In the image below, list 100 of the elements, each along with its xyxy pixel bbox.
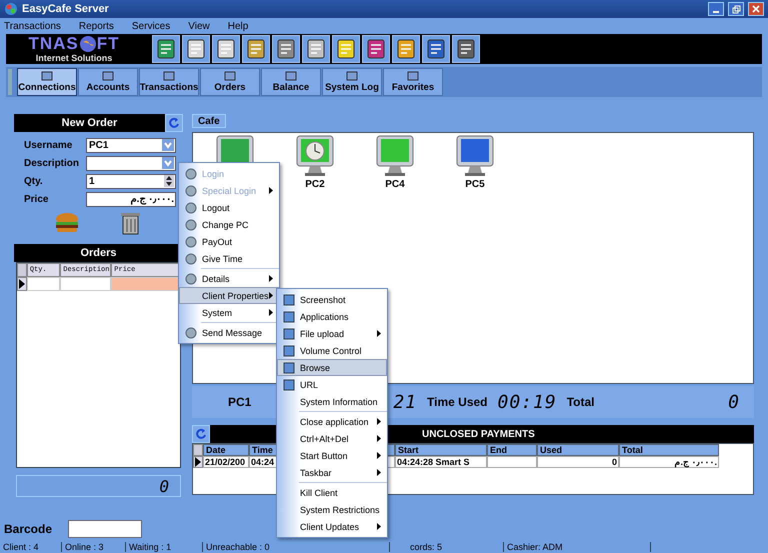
toolbar-button[interactable] [422,35,450,63]
input-field[interactable]: 1 [86,174,176,188]
refresh-button[interactable] [192,425,210,443]
total-label: Total [566,395,594,409]
tab[interactable]: System Log [322,68,382,96]
restore-button[interactable] [728,2,744,16]
menu-item[interactable]: System [179,304,279,321]
toolbar-button[interactable] [242,35,270,63]
window-title: EasyCafe Server [22,3,109,15]
menu-item[interactable]: Details [179,270,279,287]
table-cell: 21/02/200 [203,456,249,468]
input-field[interactable]: ٠٫٠٠٠ ج.م. [86,192,176,206]
menu-item[interactable]: Screenshot [277,291,387,308]
menu-item[interactable]: URL [277,376,387,393]
menu-item[interactable]: Transactions [4,20,61,32]
menu-item[interactable]: Applications [277,308,387,325]
menu-item[interactable]: Client Updates [277,518,387,535]
menu-item[interactable]: File upload [277,325,387,342]
menu-item[interactable]: Kill Client [277,484,387,501]
field-label: Price [24,194,50,204]
menu-item[interactable]: PayOut [179,233,279,250]
tab-icon [346,71,358,82]
input-field[interactable] [86,156,176,170]
toolbar-button[interactable] [182,35,210,63]
refresh-icon [168,117,180,129]
tab[interactable]: Orders [200,68,260,96]
menu-item[interactable]: Logout [179,199,279,216]
field-label: Qty. [24,176,44,186]
app-icon [4,2,18,16]
column-header: End [487,444,537,456]
status-text: Online : 3 [62,542,126,552]
menu-item[interactable]: Services [132,20,170,32]
column-header: Date [203,444,249,456]
barcode-field[interactable] [68,520,142,538]
dropdown-arrow-icon [162,157,174,169]
tab-icon [102,71,114,82]
menu-item[interactable]: Help [228,20,248,32]
computer-label: PC4 [385,179,405,190]
computer-name: PC1 [228,395,252,409]
toolbar-button[interactable] [152,35,180,63]
tab-icon [41,71,53,82]
status-text: Waiting : 1 [126,542,203,552]
tab[interactable]: Favorites [383,68,443,96]
column-header: Total [619,444,719,456]
column-header: Start [395,444,487,456]
input-field[interactable]: PC1 [86,138,176,152]
table-cell [60,277,112,291]
status-text: cords: 5 [390,542,504,552]
logo-text: FT [96,35,120,53]
tab[interactable]: Balance [261,68,321,96]
menu-item[interactable]: Volume Control [277,342,387,359]
panel-title: Orders [79,247,118,259]
computer-label: PC5 [465,179,485,190]
table-cell [487,456,537,468]
toolbar-button[interactable] [212,35,240,63]
monitor-icon[interactable] [455,135,495,177]
panel-title: New Order [60,117,118,129]
tab-icon [407,71,419,82]
tab[interactable]: Accounts [78,68,138,96]
tab[interactable]: Transactions [139,68,199,96]
spinner-icon [164,175,174,187]
menu-item[interactable]: Give Time [179,250,279,267]
tab[interactable]: Connections [17,68,77,96]
refresh-button[interactable] [165,114,183,132]
menu-item[interactable]: Close application [277,413,387,430]
toolbar-button[interactable] [362,35,390,63]
close-icon [752,5,760,13]
barcode-label: Barcode [4,522,52,536]
field-label: Description [24,158,80,168]
tab[interactable]: Cafe [192,114,226,128]
panel-title: UNCLOSED PAYMENTS [422,428,535,440]
status-text: Cashier: ADM [504,542,651,552]
dropdown-arrow-icon [162,139,174,151]
status-text: Unreachable : 0 [203,542,390,552]
close-button[interactable] [748,2,764,16]
menu-item[interactable]: Ctrl+Alt+Del [277,430,387,447]
monitor-icon[interactable] [375,135,415,177]
menu-item[interactable]: Send Message [179,324,279,341]
menu-item[interactable]: Client Properties [179,287,279,304]
toolbar-button[interactable] [272,35,300,63]
refresh-icon [195,428,207,440]
toolbar-button[interactable] [452,35,480,63]
restore-icon [732,4,740,14]
menu-item[interactable]: View [188,20,210,32]
start-time-display: 21 [393,392,418,412]
minimize-button[interactable] [708,2,724,16]
menu-item[interactable]: System Restrictions [277,501,387,518]
menu-item[interactable]: Browse [277,359,387,376]
toolbar-button[interactable] [302,35,330,63]
menu-item[interactable]: Reports [78,20,114,32]
table-cell: ٠٫٠٠٠ ج.م. [619,456,719,468]
menu-item[interactable]: System Information [277,393,387,410]
monitor-icon[interactable] [295,135,335,177]
table-cell [111,277,180,291]
toolbar-button[interactable] [392,35,420,63]
table-cell: 0 [537,456,619,468]
burger-icon [54,212,80,234]
tab-icon [163,71,175,82]
menu-item[interactable]: Change PC [179,216,279,233]
toolbar-button[interactable] [332,35,360,63]
